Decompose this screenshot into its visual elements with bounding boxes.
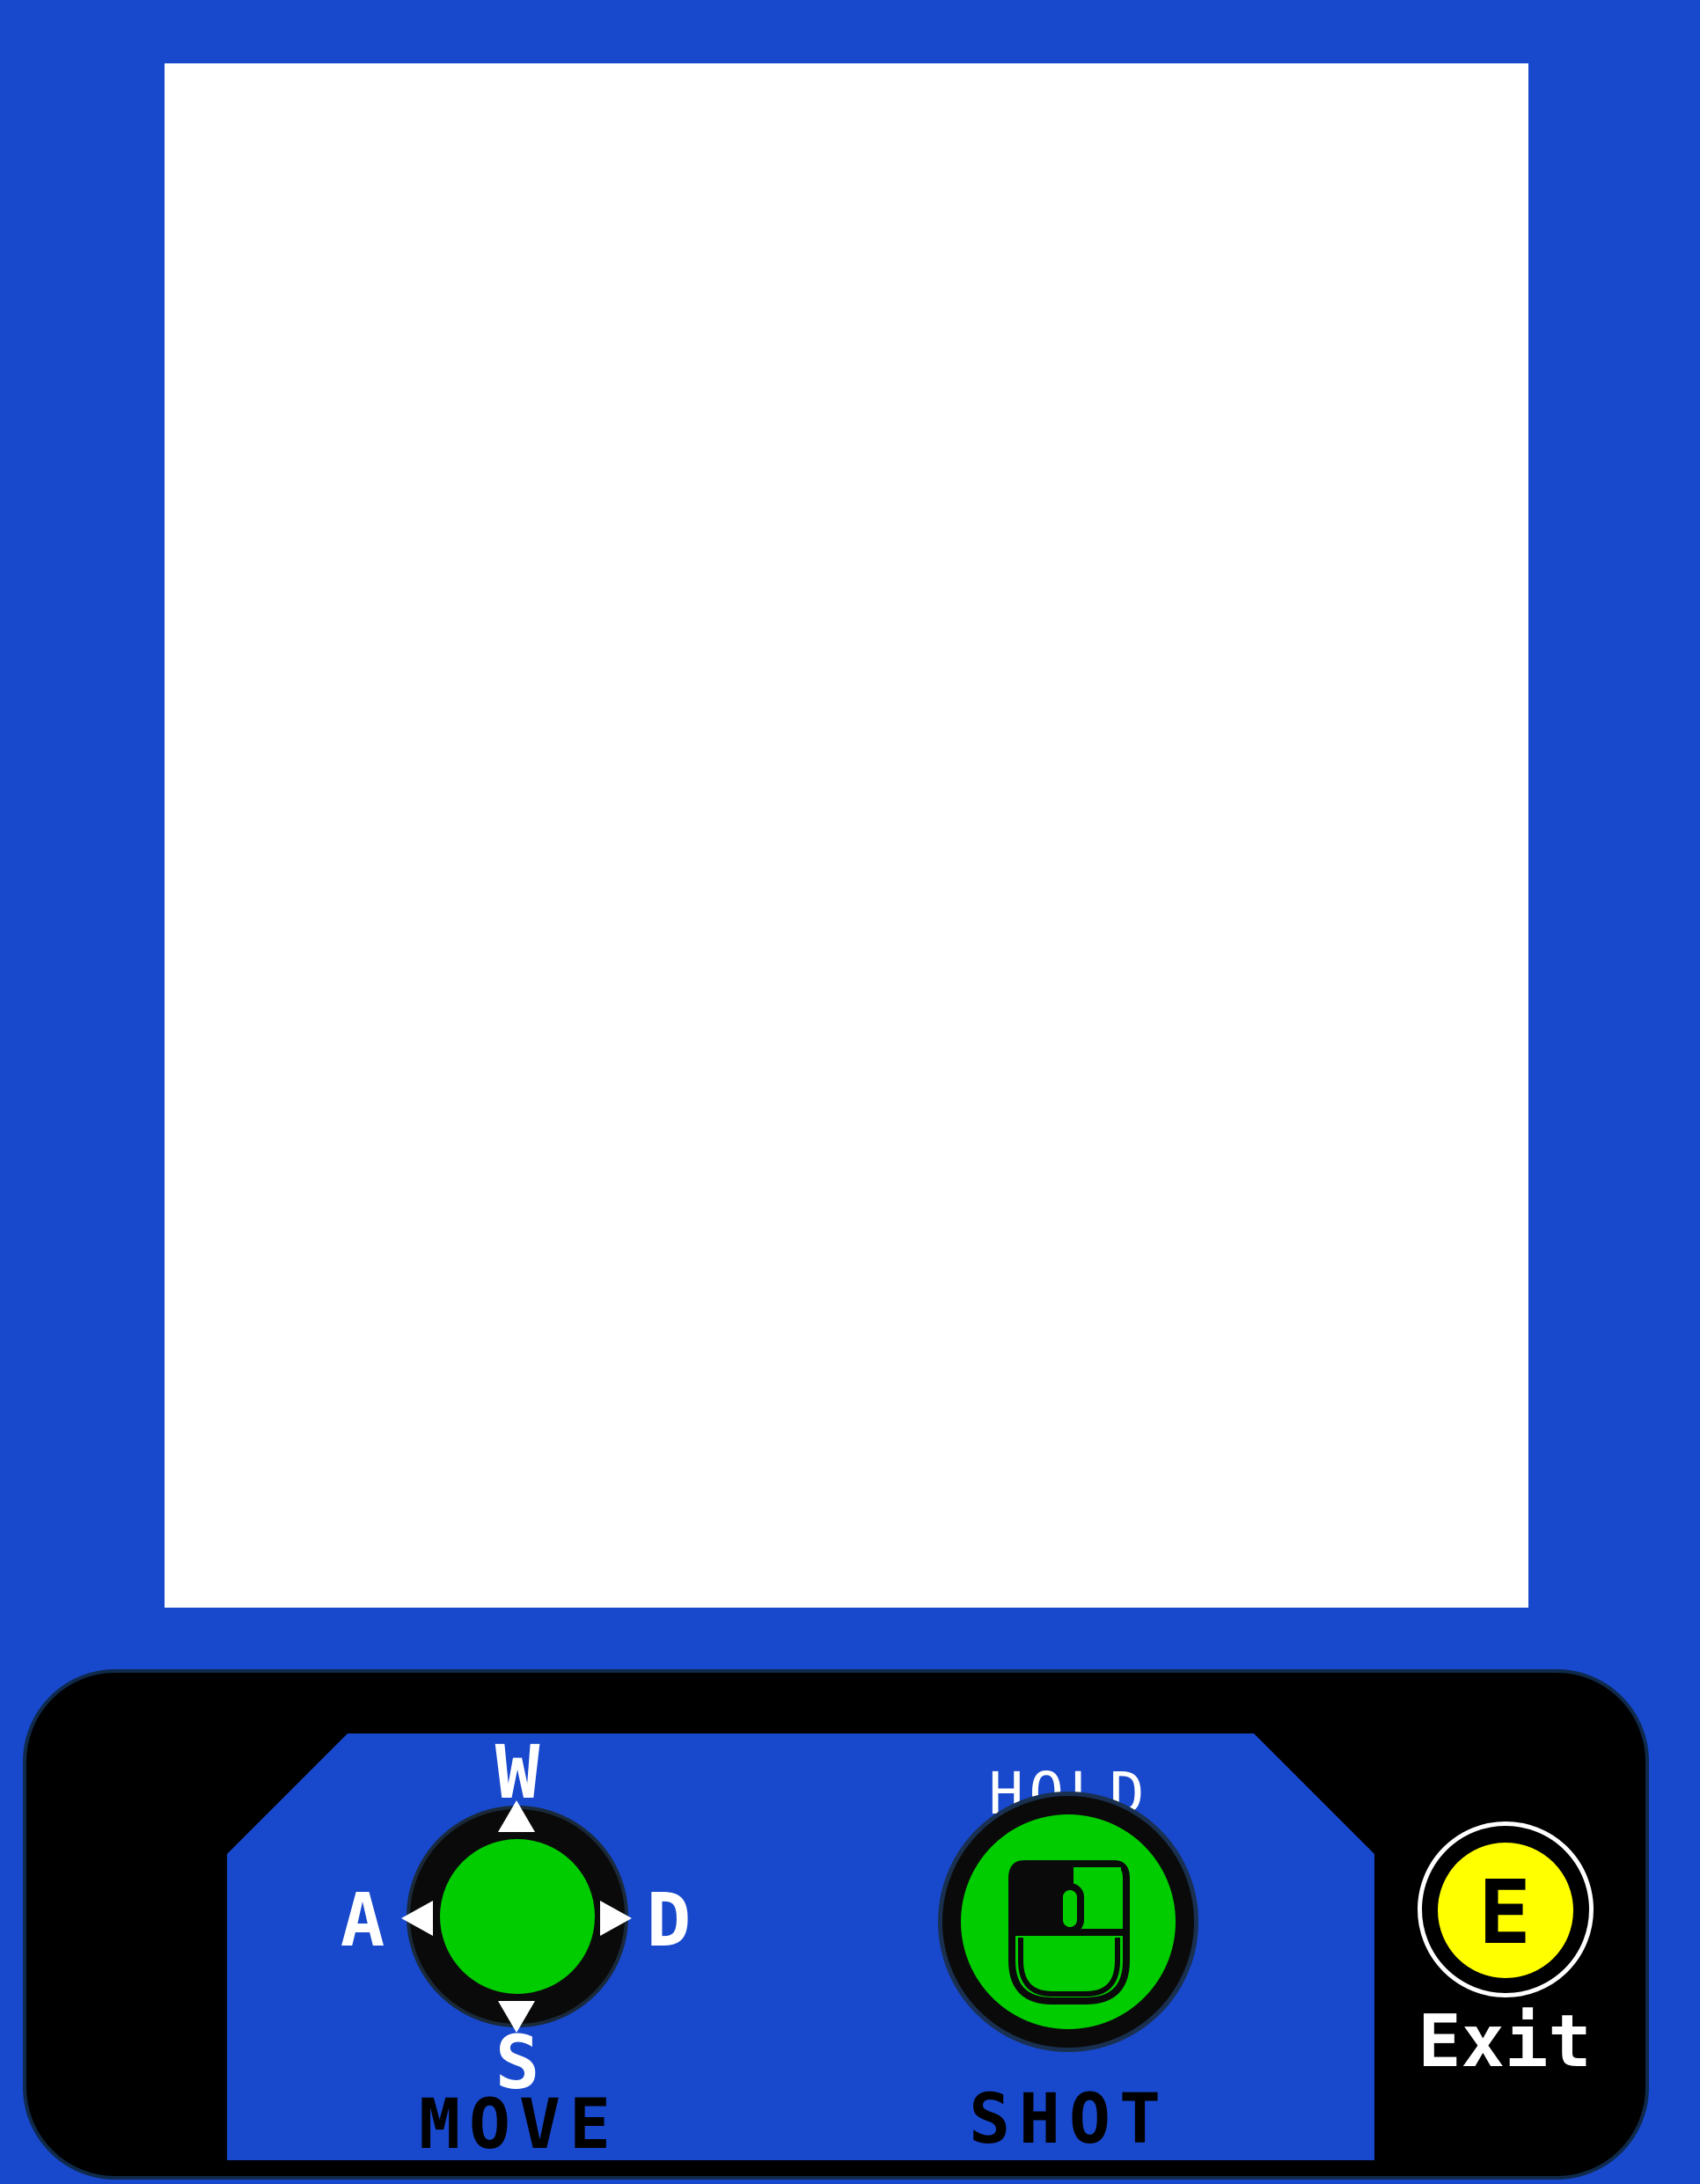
key-d: D	[646, 1877, 692, 1963]
arrow-up-icon	[498, 1800, 535, 1832]
mouse-icon	[1008, 1860, 1130, 2004]
key-a: A	[340, 1877, 385, 1963]
joystick-icon[interactable]	[440, 1839, 595, 1994]
arrow-left-icon	[401, 1901, 433, 1936]
exit-label[interactable]: Exit	[1408, 2006, 1601, 2078]
game-screen[interactable]	[165, 63, 1528, 1608]
exit-key: E	[1477, 1861, 1532, 1964]
arrow-down-icon	[498, 2001, 535, 2033]
key-w: W	[495, 1729, 540, 1815]
arrow-right-icon	[600, 1901, 632, 1936]
move-label: MOVE	[419, 2085, 619, 2165]
shot-label: SHOT	[969, 2080, 1169, 2159]
